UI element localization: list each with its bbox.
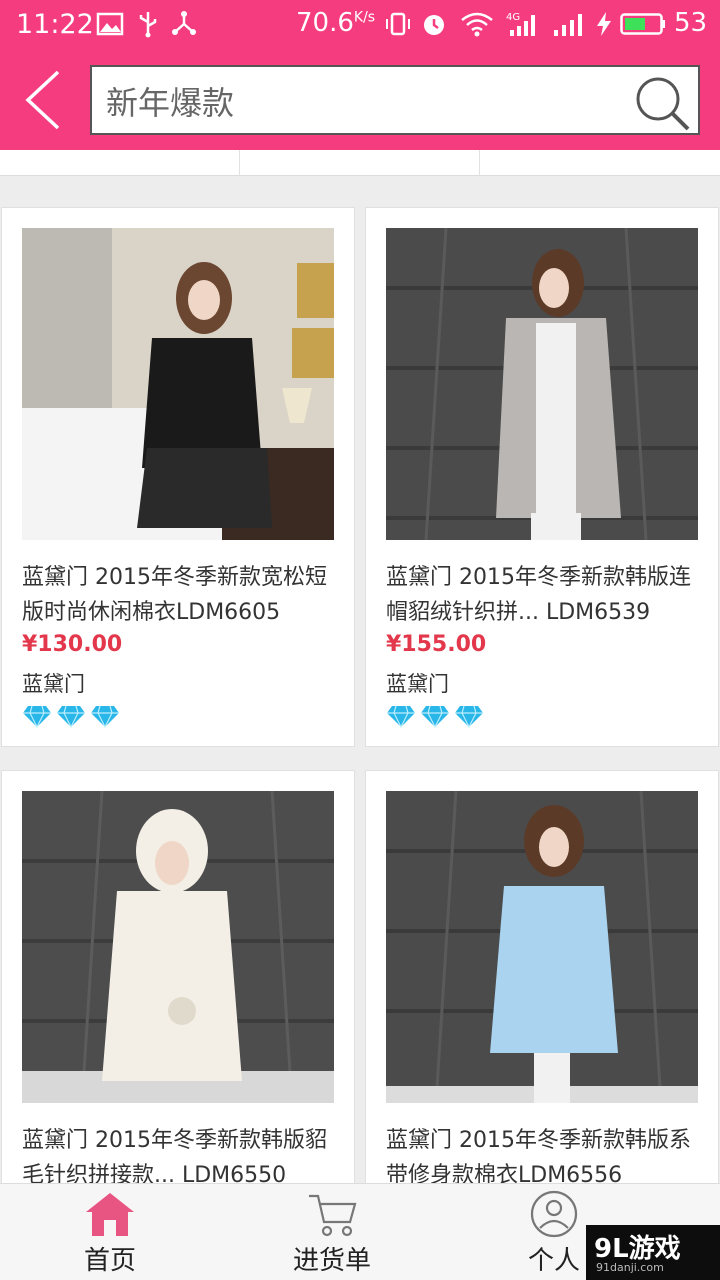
- product-image[interactable]: [386, 791, 698, 1103]
- battery-icon: [620, 13, 665, 35]
- nav-label: 首页: [83, 1246, 136, 1276]
- charging-icon: [597, 12, 611, 36]
- watermark-main: 9L游戏: [594, 1234, 681, 1264]
- diamond-icon: [455, 705, 483, 728]
- coat-shape: [490, 886, 618, 1053]
- product-brand: 蓝黛门: [386, 672, 449, 696]
- chevron-left-icon[interactable]: [20, 68, 64, 132]
- diamond-icon: [387, 705, 415, 728]
- nav-label: 进货单: [292, 1246, 371, 1276]
- search-icon[interactable]: [632, 73, 692, 133]
- nav-home[interactable]: 首页: [0, 1184, 220, 1280]
- diamond-icon: [23, 705, 51, 728]
- cart-icon: [309, 1194, 357, 1237]
- site-watermark: 9L游戏 91danji.com: [586, 1225, 720, 1280]
- product-title[interactable]: 蓝黛门 2015年冬季新款韩版系带修身款棉衣LDM6556: [386, 1123, 704, 1189]
- wifi-icon: [461, 12, 493, 37]
- filter-bar: [0, 150, 720, 176]
- vibrate-icon: [386, 12, 410, 36]
- nav-cart[interactable]: 进货单: [222, 1184, 442, 1280]
- product-title[interactable]: 蓝黛门 2015年冬季新款韩版连帽貂绒针织拼... LDM6539: [386, 560, 704, 630]
- search-input[interactable]: [106, 77, 626, 125]
- diamond-icon: [421, 705, 449, 728]
- diamond-rating: [386, 704, 484, 732]
- diamond-icon: [91, 705, 119, 728]
- network-speed: 70.6K/s: [296, 8, 376, 38]
- signal-icon: [554, 14, 582, 36]
- product-title[interactable]: 蓝黛门 2015年冬季新款宽松短版时尚休闲棉衣LDM6605: [22, 560, 340, 630]
- diamond-icon: [57, 705, 85, 728]
- product-price: ¥155.00: [386, 632, 487, 657]
- product-title[interactable]: 蓝黛门 2015年冬季新款韩版貂毛针织拼接款... LDM6550: [22, 1123, 340, 1189]
- product-card[interactable]: 蓝黛门 2015年冬季新款宽松短版时尚休闲棉衣LDM6605 ¥130.00 蓝…: [1, 207, 355, 747]
- filter-tab-3[interactable]: [480, 150, 720, 176]
- status-time: 11:22: [16, 9, 94, 40]
- product-image[interactable]: [22, 228, 334, 540]
- product-card[interactable]: 蓝黛门 2015年冬季新款韩版系带修身款棉衣LDM6556: [365, 770, 719, 1190]
- signal-4g-icon: 4G: [506, 12, 535, 36]
- diamond-rating: [22, 704, 120, 732]
- usb-icon: [139, 12, 157, 38]
- image-icon: [96, 12, 124, 36]
- alarm-icon: [424, 15, 444, 35]
- product-image[interactable]: [386, 228, 698, 540]
- product-card[interactable]: 蓝黛门 2015年冬季新款韩版连帽貂绒针织拼... LDM6539 ¥155.0…: [365, 207, 719, 747]
- coat-shape: [102, 891, 242, 1081]
- product-price: ¥130.00: [22, 632, 123, 657]
- battery-percent: 53: [674, 8, 708, 38]
- svg-text:4G: 4G: [506, 12, 520, 23]
- product-brand: 蓝黛门: [22, 672, 85, 696]
- app-header: [0, 50, 720, 150]
- home-icon: [86, 1193, 134, 1236]
- filter-tab-1[interactable]: [0, 150, 240, 176]
- product-image[interactable]: [22, 791, 334, 1103]
- share-icon: [172, 11, 196, 35]
- status-bar: 11:22 70.6K/s 4G 53: [0, 0, 720, 50]
- watermark-url: 91danji.com: [596, 1261, 664, 1274]
- filter-tab-2[interactable]: [240, 150, 480, 176]
- user-icon: [530, 1190, 578, 1238]
- product-card[interactable]: 蓝黛门 2015年冬季新款韩版貂毛针织拼接款... LDM6550: [1, 770, 355, 1190]
- search-box: [90, 65, 700, 135]
